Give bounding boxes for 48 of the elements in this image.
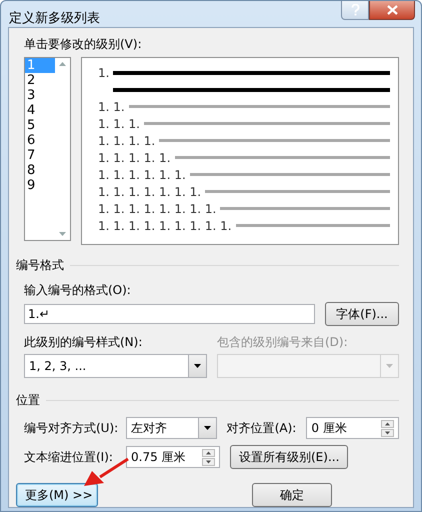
close-button[interactable]: [369, 1, 415, 20]
indent-label: 文本缩进位置(I):: [24, 448, 114, 466]
level-item[interactable]: 3: [25, 88, 55, 103]
level-item[interactable]: 7: [25, 148, 55, 163]
preview-number: 1.: [98, 66, 110, 80]
level-item[interactable]: 9: [25, 178, 55, 193]
format-label: 输入编号的格式(O):: [24, 282, 132, 299]
level-list[interactable]: 1 2 3 4 5 6 7 8 9: [24, 57, 71, 241]
preview-number: 1. 1. 1. 1. 1.: [98, 150, 171, 164]
format-field[interactable]: 1.↵: [24, 304, 315, 324]
spin-up-icon[interactable]: [381, 420, 394, 428]
section-title: 编号格式: [16, 257, 64, 274]
font-button[interactable]: 字体(F)...: [325, 302, 399, 326]
level-label: 单击要修改的级别(V):: [24, 36, 143, 53]
preview-number: 1. 1. 1. 1. 1. 1.: [98, 168, 186, 182]
dropdown-icon: [386, 364, 393, 368]
help-icon: [350, 4, 360, 16]
position-label: 对齐位置(A):: [226, 420, 296, 436]
help-button[interactable]: [341, 1, 369, 20]
dropdown-icon: [204, 426, 211, 430]
indent-spinner[interactable]: 0.75 厘米: [126, 446, 220, 468]
preview-number: 1. 1. 1.: [98, 116, 140, 130]
preview-number: 1. 1. 1. 1. 1. 1. 1.: [98, 184, 202, 198]
style-combo[interactable]: 1, 2, 3, ...: [24, 354, 207, 378]
window-title: 定义新多级列表: [9, 10, 101, 27]
spin-down-icon[interactable]: [381, 428, 394, 436]
level-item[interactable]: 2: [25, 73, 55, 88]
preview-number: 1. 1. 1. 1.: [98, 134, 156, 148]
level-item[interactable]: 4: [25, 103, 55, 118]
set-all-levels-button[interactable]: 设置所有级别(E)...: [230, 445, 348, 469]
dialog-button[interactable]: 更多(M) >>: [16, 483, 98, 507]
align-label: 编号对齐方式(U):: [24, 420, 116, 436]
level-item[interactable]: 6: [25, 133, 55, 148]
close-icon: [386, 5, 398, 15]
preview-number: 1. 1.: [98, 100, 125, 114]
preview-number: 1. 1. 1. 1. 1. 1. 1. 1. 1.: [98, 218, 232, 232]
dropdown-icon: [194, 364, 201, 368]
include-label: 包含的级别编号来自(D):: [217, 334, 349, 351]
spin-down-icon[interactable]: [202, 458, 215, 466]
level-item[interactable]: 8: [25, 163, 55, 178]
level-item[interactable]: 5: [25, 118, 55, 133]
section-title: 位置: [16, 392, 40, 409]
position-spinner[interactable]: 0 厘米: [306, 417, 399, 439]
preview-number: 1. 1. 1. 1. 1. 1. 1. 1.: [98, 202, 216, 216]
style-label: 此级别的编号样式(N):: [24, 334, 144, 351]
dialog-button[interactable]: 确定: [252, 483, 332, 507]
align-combo[interactable]: 左对齐: [126, 417, 217, 439]
spin-up-icon[interactable]: [202, 448, 215, 456]
